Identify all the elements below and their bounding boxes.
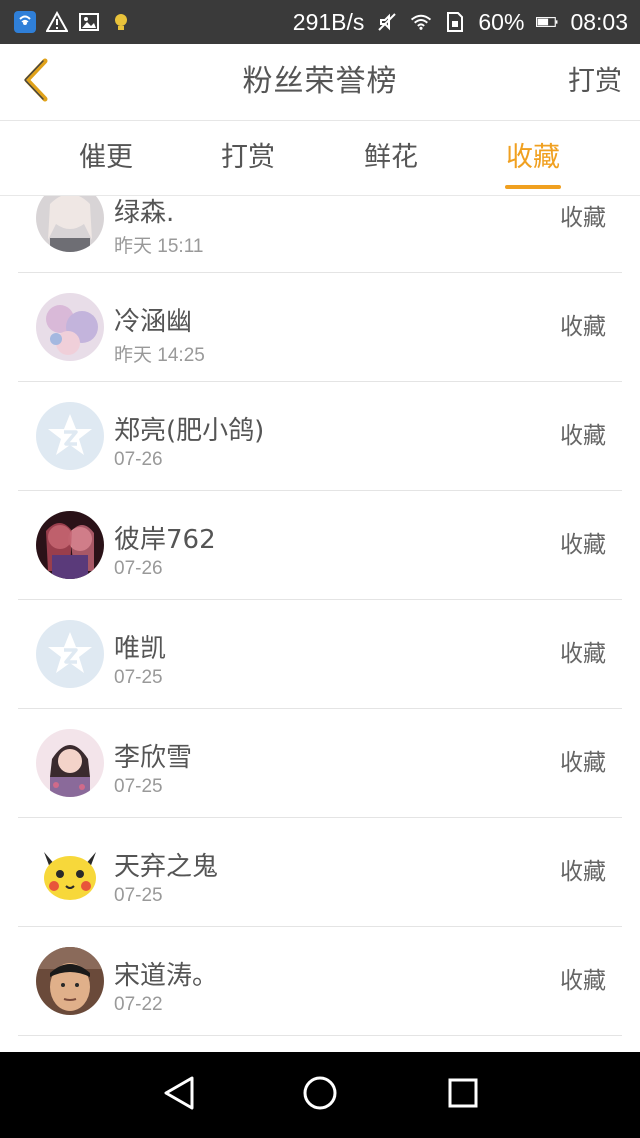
nav-back-button[interactable] xyxy=(158,1074,200,1116)
battery-percent: 60% xyxy=(478,8,525,35)
clock: 08:03 xyxy=(570,8,628,35)
page-title: 粉丝荣誉榜 xyxy=(242,64,398,99)
nav-recents-button[interactable] xyxy=(442,1074,484,1116)
user-name: 天弃之鬼 xyxy=(114,852,219,882)
action-date: 07-25 xyxy=(114,667,163,688)
list-item[interactable]: 唯凯 07-25 收藏 xyxy=(18,600,622,709)
action-date: 07-25 xyxy=(114,885,163,906)
title-bar: 粉丝荣誉榜 打赏 xyxy=(0,44,640,121)
default-avatar-icon xyxy=(36,402,104,470)
action-date: 07-26 xyxy=(114,449,163,470)
tab-label: 鲜花 xyxy=(364,142,418,173)
user-name: 李欣雪 xyxy=(114,743,193,773)
user-name: 唯凯 xyxy=(114,634,167,664)
list-item[interactable]: 冷涵幽 昨天 14:25 收藏 xyxy=(18,273,622,382)
triangle-back-icon xyxy=(162,1075,196,1115)
tab-flowers[interactable]: 鲜花 xyxy=(341,121,441,195)
tab-label: 收藏 xyxy=(506,142,560,173)
navigation-bar xyxy=(0,1052,640,1138)
list-item[interactable]: 郑亮(肥小鸽) 07-26 收藏 xyxy=(18,382,622,491)
battery-icon xyxy=(536,11,558,33)
action-type: 收藏 xyxy=(560,205,606,231)
action-date: 07-25 xyxy=(114,776,163,797)
user-name: 宋道涛。 xyxy=(114,961,219,991)
avatar xyxy=(36,729,104,797)
tab-urge[interactable]: 催更 xyxy=(56,121,156,195)
fan-list[interactable]: 绿森. 昨天 15:11 收藏 冷涵幽 昨天 14:25 收藏 郑亮(肥小鸽) … xyxy=(0,196,640,1052)
tab-favorites[interactable]: 收藏 xyxy=(483,121,583,195)
avatar xyxy=(36,293,104,361)
warning-icon xyxy=(46,11,68,33)
action-type: 收藏 xyxy=(560,314,606,340)
action-type: 收藏 xyxy=(560,423,606,449)
avatar xyxy=(36,947,104,1015)
mute-icon xyxy=(376,11,398,33)
tab-reward[interactable]: 打赏 xyxy=(198,121,298,195)
user-name: 冷涵幽 xyxy=(114,307,193,337)
circle-home-icon xyxy=(302,1075,338,1115)
action-date: 昨天 15:11 xyxy=(114,236,204,257)
action-date: 07-26 xyxy=(114,558,163,579)
action-type: 收藏 xyxy=(560,532,606,558)
wifi-hotspot-icon xyxy=(14,11,36,33)
action-date: 昨天 14:25 xyxy=(114,345,205,366)
action-type: 收藏 xyxy=(560,859,606,885)
network-speed: 291B/s xyxy=(292,8,365,35)
square-recents-icon xyxy=(447,1077,479,1113)
default-avatar-icon xyxy=(36,620,104,688)
image-icon xyxy=(78,11,100,33)
active-tab-indicator xyxy=(505,185,561,189)
tab-label: 打赏 xyxy=(221,142,275,173)
user-name: 绿森. xyxy=(114,198,175,228)
action-type: 收藏 xyxy=(560,968,606,994)
list-item[interactable]: 天弃之鬼 07-25 收藏 xyxy=(18,818,622,927)
tab-label: 催更 xyxy=(79,142,133,173)
tab-bar: 催更 打赏 鲜花 收藏 xyxy=(0,121,640,196)
list-item[interactable]: 宋道涛。 07-22 收藏 xyxy=(18,927,622,1036)
list-item[interactable]: 李欣雪 07-25 收藏 xyxy=(18,709,622,818)
user-name: 郑亮(肥小鸽) xyxy=(114,416,265,446)
avatar xyxy=(36,511,104,579)
user-name: 彼岸762 xyxy=(114,525,216,555)
nav-home-button[interactable] xyxy=(299,1074,341,1116)
reward-button[interactable]: 打赏 xyxy=(568,44,622,120)
status-bar: 291B/s 60% 08:03 xyxy=(0,0,640,44)
avatar xyxy=(36,196,104,252)
sim-card-icon xyxy=(444,11,466,33)
list-item[interactable]: 绿森. 昨天 15:11 收藏 xyxy=(18,196,622,273)
action-type: 收藏 xyxy=(560,750,606,776)
action-date: 07-22 xyxy=(114,994,163,1015)
wifi-icon xyxy=(410,11,432,33)
avatar xyxy=(36,838,104,906)
list-item[interactable]: 彼岸762 07-26 收藏 xyxy=(18,491,622,600)
lightbulb-icon xyxy=(110,11,132,33)
action-type: 收藏 xyxy=(560,641,606,667)
